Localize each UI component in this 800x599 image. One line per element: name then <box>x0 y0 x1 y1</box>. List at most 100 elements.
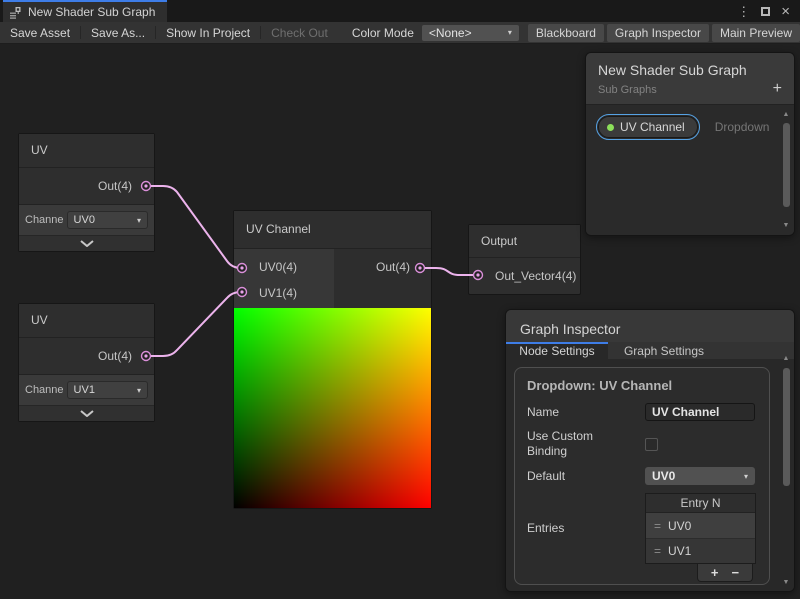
node-title: UV Channel <box>234 211 431 249</box>
settings-box-title: Dropdown: UV Channel <box>515 368 769 401</box>
default-value: UV0 <box>652 469 675 483</box>
use-custom-binding-label: Use Custom Binding <box>527 429 617 459</box>
node-uv-channel[interactable]: UV Channel UV0(4) UV1(4) Out(4) <box>233 210 432 509</box>
scroll-down-icon[interactable]: ▼ <box>783 221 790 231</box>
channel-control-row: Channe UV0 ▾ <box>19 205 154 235</box>
tab-node-settings[interactable]: Node Settings <box>506 342 608 359</box>
scrollbar-thumb[interactable] <box>783 123 790 207</box>
channel-dropdown[interactable]: UV1 ▾ <box>67 381 148 399</box>
add-entry-button[interactable]: + <box>711 565 719 580</box>
inspector-content: Dropdown: UV Channel Name Use Custom Bin… <box>506 359 794 591</box>
channel-control-row: Channe UV1 ▾ <box>19 375 154 405</box>
use-custom-binding-checkbox[interactable] <box>645 438 658 451</box>
settings-fields: Name Use Custom Binding Default UV0 ▾ En… <box>515 401 769 584</box>
show-in-project-button[interactable]: Show In Project <box>156 22 260 43</box>
chevron-down-icon: ▾ <box>137 216 141 225</box>
inspector-header: Graph Inspector <box>506 310 794 342</box>
default-label: Default <box>527 469 645 484</box>
add-property-button[interactable]: + <box>773 81 782 97</box>
default-dropdown[interactable]: UV0 ▾ <box>645 467 755 485</box>
blackboard-toggle-button[interactable]: Blackboard <box>528 24 604 42</box>
collapse-preview-button[interactable] <box>19 235 154 251</box>
blackboard-panel: New Shader Sub Graph Sub Graphs + UV Cha… <box>585 52 795 236</box>
output-port-row: Out(4) <box>19 168 154 205</box>
chevron-down-icon <box>80 240 94 247</box>
property-type: Dropdown <box>715 120 770 134</box>
entry-value: UV1 <box>668 544 691 558</box>
close-icon[interactable]: × <box>781 4 790 19</box>
shader-graph-window: New Shader Sub Graph ⋮ × Save Asset Save… <box>0 0 800 599</box>
name-label: Name <box>527 405 645 420</box>
edge-uv1[interactable] <box>146 292 242 356</box>
chevron-down-icon <box>80 410 94 417</box>
port-label: Out(4) <box>376 260 410 274</box>
chevron-down-icon: ▾ <box>744 472 748 481</box>
graph-inspector-toggle-button[interactable]: Graph Inspector <box>607 24 709 42</box>
graph-canvas[interactable]: UV Out(4) Channe UV0 ▾ UV Out(4) <box>0 44 800 599</box>
blackboard-scrollbar[interactable]: ▲ ▼ <box>780 110 792 231</box>
inspector-scrollbar[interactable]: ▲ ▼ <box>780 354 792 588</box>
scrollbar-thumb[interactable] <box>783 368 790 486</box>
main-preview-toggle-button[interactable]: Main Preview <box>712 24 800 42</box>
drag-handle-icon[interactable]: = <box>654 544 661 558</box>
output-ports-column: Out(4) <box>334 249 431 308</box>
scroll-up-icon[interactable]: ▲ <box>783 354 790 364</box>
input-port-row: Out_Vector4(4) <box>469 258 580 294</box>
remove-entry-button[interactable]: − <box>732 565 740 580</box>
blackboard-header: New Shader Sub Graph Sub Graphs + <box>586 53 794 105</box>
node-output[interactable]: Output Out_Vector4(4) <box>468 224 581 295</box>
property-pill[interactable]: UV Channel <box>598 116 698 138</box>
channel-dropdown[interactable]: UV0 ▾ <box>67 211 148 229</box>
save-asset-button[interactable]: Save Asset <box>0 22 80 43</box>
port-label: UV0(4) <box>259 260 297 274</box>
entries-list: Entry N = UV0 = UV1 <box>645 493 756 564</box>
color-mode-label: Color Mode <box>342 26 422 40</box>
entries-label: Entries <box>527 521 645 536</box>
color-mode-dropdown[interactable]: <None> ▾ <box>422 25 519 41</box>
collapse-preview-button[interactable] <box>19 405 154 421</box>
node-uv-bottom[interactable]: UV Out(4) Channe UV1 ▾ <box>18 303 155 422</box>
chevron-down-icon: ▾ <box>508 28 512 37</box>
uv-preview-gradient <box>234 308 431 508</box>
inspector-title: Graph Inspector <box>520 321 620 337</box>
property-name: UV Channel <box>620 120 685 134</box>
drag-handle-icon[interactable]: = <box>654 519 661 533</box>
blackboard-subtitle: Sub Graphs <box>598 84 782 96</box>
maximize-icon[interactable] <box>761 7 770 16</box>
node-title: Output <box>469 225 580 258</box>
port-label: Out_Vector4(4) <box>495 269 576 283</box>
window-menu-icon[interactable]: ⋮ <box>737 5 750 18</box>
inspector-tabs: Node Settings Graph Settings <box>506 342 794 359</box>
graph-inspector-panel: Graph Inspector Node Settings Graph Sett… <box>505 309 795 592</box>
name-input[interactable] <box>645 403 755 421</box>
selection-outline: UV Channel <box>596 114 700 140</box>
scroll-up-icon[interactable]: ▲ <box>783 110 790 120</box>
channel-label: Channe <box>25 214 64 226</box>
port-label: UV1(4) <box>259 286 297 300</box>
node-body: UV0(4) UV1(4) Out(4) <box>234 249 431 308</box>
document-tab[interactable]: New Shader Sub Graph <box>3 0 167 22</box>
entry-row[interactable]: = UV1 <box>646 538 755 563</box>
entry-row[interactable]: = UV0 <box>646 513 755 538</box>
exposed-dot-icon <box>607 124 614 131</box>
entries-footer: + − <box>697 564 753 582</box>
edge-uv0[interactable] <box>146 186 242 268</box>
input-ports-column: UV0(4) UV1(4) <box>234 249 334 308</box>
input-port-row: UV0(4) <box>234 254 334 280</box>
node-uv-top[interactable]: UV Out(4) Channe UV0 ▾ <box>18 133 155 252</box>
port-label: Out(4) <box>98 179 132 193</box>
port-label: Out(4) <box>98 349 132 363</box>
save-as-button[interactable]: Save As... <box>81 22 155 43</box>
tab-graph-settings[interactable]: Graph Settings <box>608 342 720 359</box>
entries-header: Entry N <box>646 494 755 513</box>
input-port-row: UV1(4) <box>234 280 334 306</box>
blackboard-item[interactable]: UV Channel Dropdown <box>596 114 784 140</box>
check-out-button[interactable]: Check Out <box>261 22 338 43</box>
channel-label: Channe <box>25 384 64 396</box>
entry-value: UV0 <box>668 519 691 533</box>
node-title: UV <box>19 304 154 338</box>
scroll-down-icon[interactable]: ▼ <box>783 578 790 588</box>
channel-value: UV1 <box>74 384 95 396</box>
blackboard-list: UV Channel Dropdown ▲ ▼ <box>586 105 794 235</box>
blackboard-title: New Shader Sub Graph <box>598 62 782 78</box>
